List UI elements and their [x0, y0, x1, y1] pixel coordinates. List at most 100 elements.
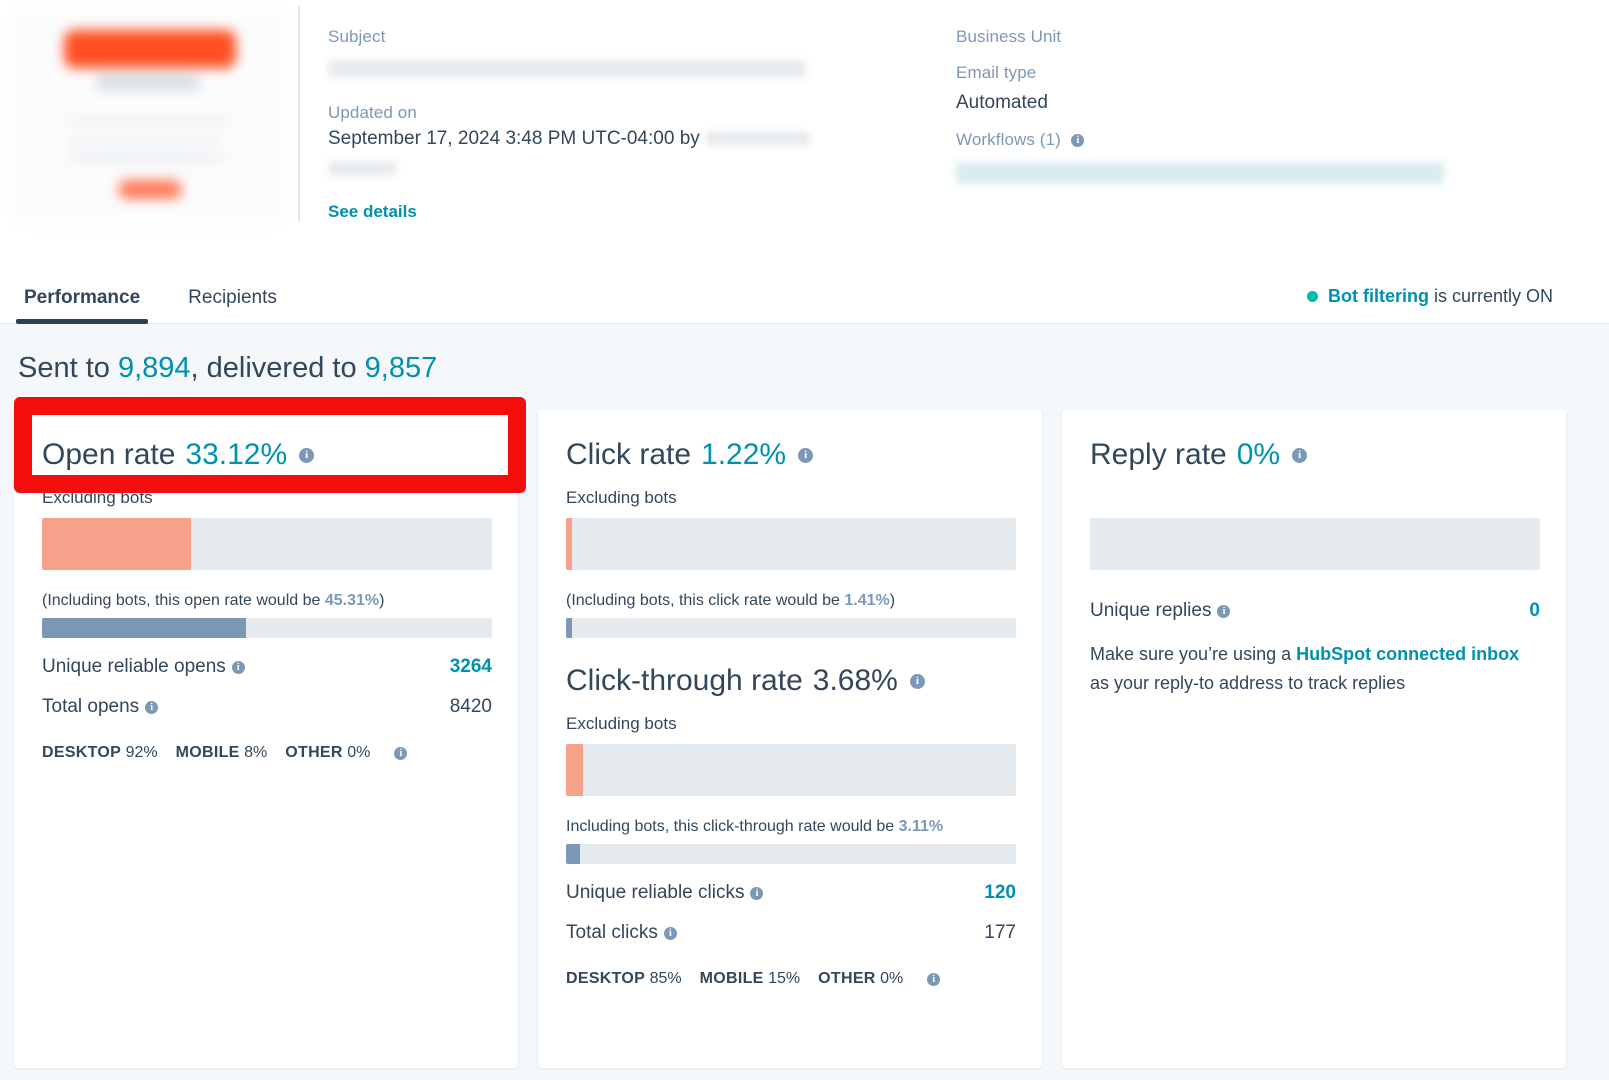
- ctr-bar-fill-including: [566, 844, 580, 864]
- stat-label: Total opens: [42, 696, 140, 717]
- click-rate-card: Click rate 1.22% i Excluding bots (Inclu…: [538, 410, 1042, 1068]
- unique-reliable-clicks-row: Unique reliable clicks i 120: [566, 882, 1016, 904]
- ctr-including-bots-text: Including bots, this click-through rate …: [566, 818, 1016, 836]
- ctr-excluding-bots-label: Excluding bots: [566, 714, 677, 733]
- info-icon[interactable]: i: [231, 660, 245, 674]
- metric-cards: Open rate 33.12% i Excluding bots (Inclu…: [14, 410, 1566, 1068]
- email-preview-thumbnail[interactable]: [15, 8, 285, 223]
- device-name: OTHER: [818, 970, 876, 987]
- ctr-bar-including: [566, 844, 1016, 864]
- device-other: OTHER 0%: [285, 744, 370, 762]
- stat-label: Unique replies: [1090, 600, 1212, 621]
- total-opens-row: Total opens i 8420: [42, 696, 492, 718]
- open-including-suffix: ): [379, 592, 385, 609]
- click-rate-bar-excluding: [566, 518, 1016, 570]
- info-icon[interactable]: i: [145, 700, 159, 714]
- business-unit-row: Business Unit: [956, 24, 1609, 50]
- note-suffix: as your reply-to address to track replie…: [1090, 672, 1406, 693]
- device-name: OTHER: [285, 744, 343, 761]
- info-icon[interactable]: i: [927, 972, 941, 986]
- unique-replies-label: Unique replies i: [1090, 600, 1231, 622]
- total-clicks-label: Total clicks i: [566, 922, 677, 944]
- ctr-bar-fill: [566, 744, 583, 796]
- device-pct: 0%: [347, 744, 371, 761]
- thumbnail-banner: [63, 29, 237, 69]
- open-including-bots-text: (Including bots, this open rate would be…: [42, 592, 492, 610]
- workflows-label: Workflows (1): [956, 129, 1061, 149]
- email-type-row: Email type: [956, 60, 1609, 86]
- info-icon[interactable]: i: [394, 746, 408, 760]
- thumbnail-subheading: [96, 74, 199, 90]
- tab-bar: Performance Recipients Bot filtering is …: [0, 258, 1609, 324]
- total-opens-label: Total opens i: [42, 696, 159, 718]
- reply-rate-bar: [1090, 518, 1540, 570]
- ctr-bar-excluding: [566, 744, 1016, 796]
- click-rate-bar-fill: [566, 518, 572, 570]
- click-device-breakdown: DESKTOP 85% MOBILE 15% OTHER 0% i: [566, 970, 1016, 988]
- click-including-value: 1.41%: [844, 592, 890, 609]
- status-dot-icon: [1306, 291, 1318, 302]
- device-name: DESKTOP: [42, 744, 122, 761]
- click-rate-bar-fill-including: [566, 618, 573, 638]
- updated-on-text: September 17, 2024 3:48 PM UTC-04:00 by: [328, 128, 700, 149]
- thumbnail-text-line: [69, 154, 226, 164]
- business-unit-label: Business Unit: [956, 27, 1062, 46]
- open-rate-title: Open rate 33.12% i: [42, 438, 492, 472]
- updated-by-redacted: [705, 131, 810, 147]
- unique-reliable-opens-value: 3264: [449, 656, 492, 677]
- ctr-including-value: 3.11%: [898, 818, 944, 835]
- email-performance-page: Subject Updated on September 17, 2024 3:…: [0, 0, 1609, 1080]
- info-icon[interactable]: i: [299, 447, 315, 463]
- device-name: MOBILE: [175, 744, 240, 761]
- unique-reliable-opens-row: Unique reliable opens i 3264: [42, 656, 492, 678]
- info-icon[interactable]: i: [1071, 133, 1085, 147]
- unique-replies-value: 0: [1529, 600, 1540, 621]
- tab-performance[interactable]: Performance: [0, 287, 164, 324]
- email-thumbnail-wrap: [0, 0, 300, 235]
- stat-label: Unique reliable clicks: [566, 882, 745, 903]
- unique-replies-row: Unique replies i 0: [1090, 600, 1540, 622]
- open-rate-bar-fill: [42, 518, 192, 570]
- info-icon[interactable]: i: [1217, 604, 1231, 618]
- subject-value-redacted: [328, 59, 806, 78]
- sent-prefix: Sent to: [18, 352, 110, 384]
- device-desktop: DESKTOP 85%: [566, 970, 682, 988]
- info-icon[interactable]: i: [1292, 447, 1308, 463]
- info-icon[interactable]: i: [663, 926, 677, 940]
- info-icon[interactable]: i: [909, 673, 925, 689]
- bot-filtering-link[interactable]: Bot filtering: [1328, 286, 1429, 307]
- ctr-including-prefix: Including bots, this click-through rate …: [566, 818, 895, 835]
- device-pct: 85%: [649, 970, 682, 987]
- thumbnail-cta-button: [117, 180, 183, 200]
- device-pct: 8%: [244, 744, 268, 761]
- unique-reliable-clicks-label: Unique reliable clicks i: [566, 882, 764, 904]
- performance-body: Sent to 9,894, delivered to 9,857 Open r…: [0, 324, 1609, 1080]
- see-details-link[interactable]: See details: [328, 202, 417, 222]
- open-device-breakdown: DESKTOP 92% MOBILE 8% OTHER 0% i: [42, 744, 492, 762]
- hubspot-connected-inbox-link[interactable]: HubSpot connected inbox: [1296, 644, 1519, 664]
- reply-rate-card: Reply rate 0% i Unique replies i 0 Make …: [1062, 410, 1566, 1068]
- email-header: Subject Updated on September 17, 2024 3:…: [0, 0, 1609, 258]
- thumbnail-text-line: [69, 115, 231, 126]
- click-through-rate-title: Click-through rate 3.68% i: [566, 664, 1016, 698]
- note-prefix: Make sure you’re using a: [1090, 644, 1292, 664]
- click-including-suffix: ): [889, 592, 896, 609]
- workflows-row: Workflows (1) i: [956, 127, 1609, 153]
- unique-reliable-clicks-value: 120: [984, 882, 1016, 903]
- click-excluding-bots-label: Excluding bots: [566, 488, 677, 507]
- device-desktop: DESKTOP 92%: [42, 744, 158, 762]
- open-excluding-bots-label: Excluding bots: [42, 488, 153, 507]
- stat-label: Unique reliable opens: [42, 656, 226, 677]
- device-pct: 15%: [768, 970, 801, 987]
- info-icon[interactable]: i: [798, 447, 814, 463]
- info-icon[interactable]: i: [750, 886, 764, 900]
- click-through-rate-label: Click-through rate: [566, 664, 803, 697]
- tab-recipients[interactable]: Recipients: [164, 287, 301, 323]
- open-rate-bar-fill-including: [42, 618, 246, 638]
- click-rate-title: Click rate 1.22% i: [566, 438, 1016, 472]
- click-rate-label: Click rate: [566, 438, 692, 471]
- workflow-name-redacted[interactable]: [956, 162, 1444, 185]
- email-type-value-row: Automated: [956, 89, 1609, 117]
- open-rate-label: Open rate: [42, 438, 176, 471]
- reply-rate-title: Reply rate 0% i: [1090, 438, 1540, 472]
